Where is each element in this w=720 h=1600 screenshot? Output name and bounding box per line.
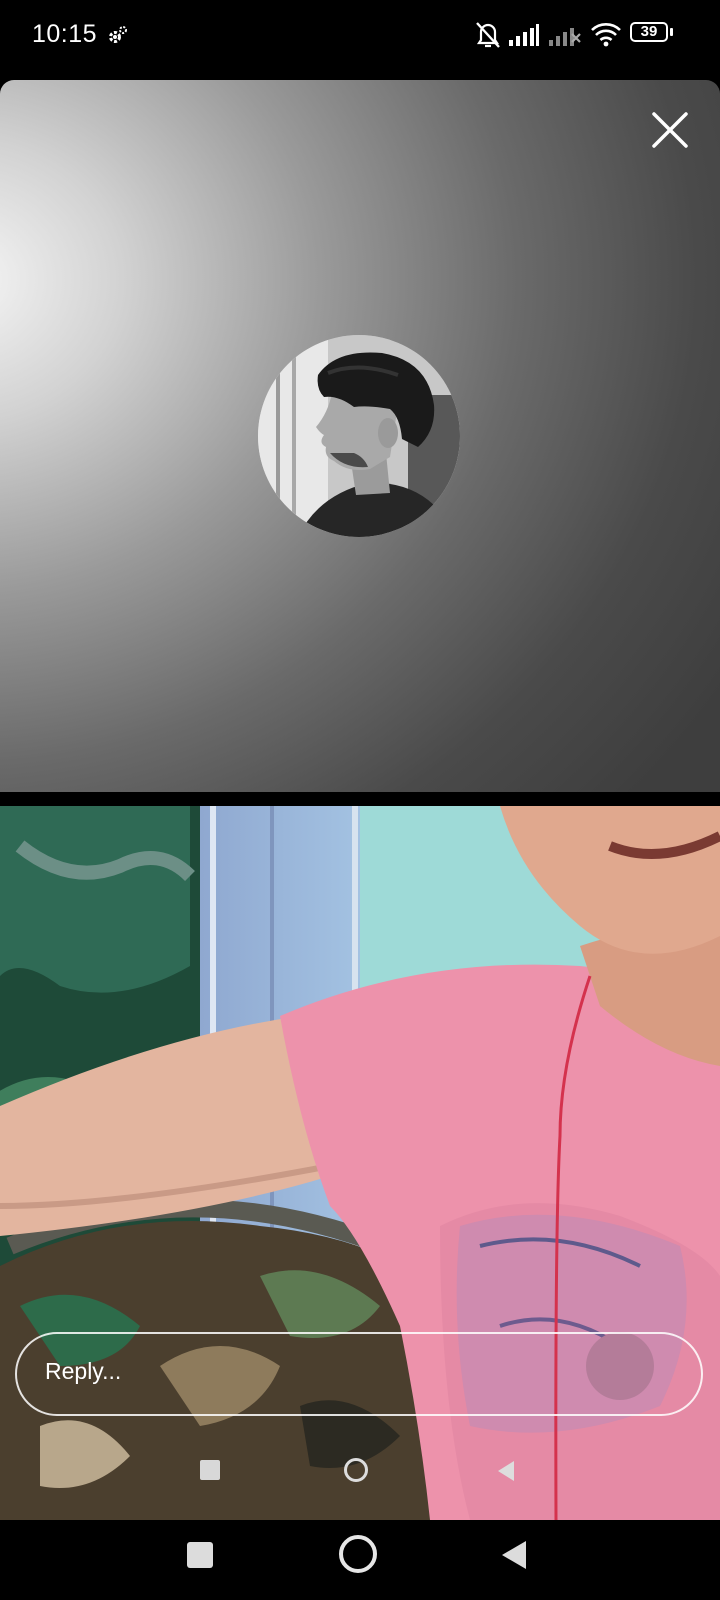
battery-icon: 39 [630, 22, 674, 44]
notifications-muted-icon [476, 22, 500, 48]
home-button[interactable] [339, 1535, 377, 1573]
panel-divider [0, 792, 720, 806]
remote-video-panel [0, 80, 720, 792]
overlay-recents-icon [200, 1460, 220, 1480]
wifi-icon [591, 23, 621, 47]
reply-placeholder: Reply... [45, 1358, 122, 1384]
battery-level: 39 [640, 23, 658, 40]
status-bar: 10:15 39 [0, 0, 720, 72]
no-signal-icon [549, 28, 581, 46]
navigation-bar [0, 1520, 720, 1600]
reply-input[interactable]: Reply... [15, 1332, 703, 1416]
overlay-home-icon [344, 1458, 368, 1482]
settings-gear-icon [109, 26, 127, 43]
signal-icon [509, 24, 539, 46]
recents-button[interactable] [187, 1542, 213, 1568]
overlay-back-icon [498, 1461, 514, 1481]
status-time: 10:15 [32, 20, 98, 48]
avatar [258, 335, 460, 537]
back-button[interactable] [500, 1540, 528, 1570]
close-icon[interactable] [648, 108, 692, 152]
